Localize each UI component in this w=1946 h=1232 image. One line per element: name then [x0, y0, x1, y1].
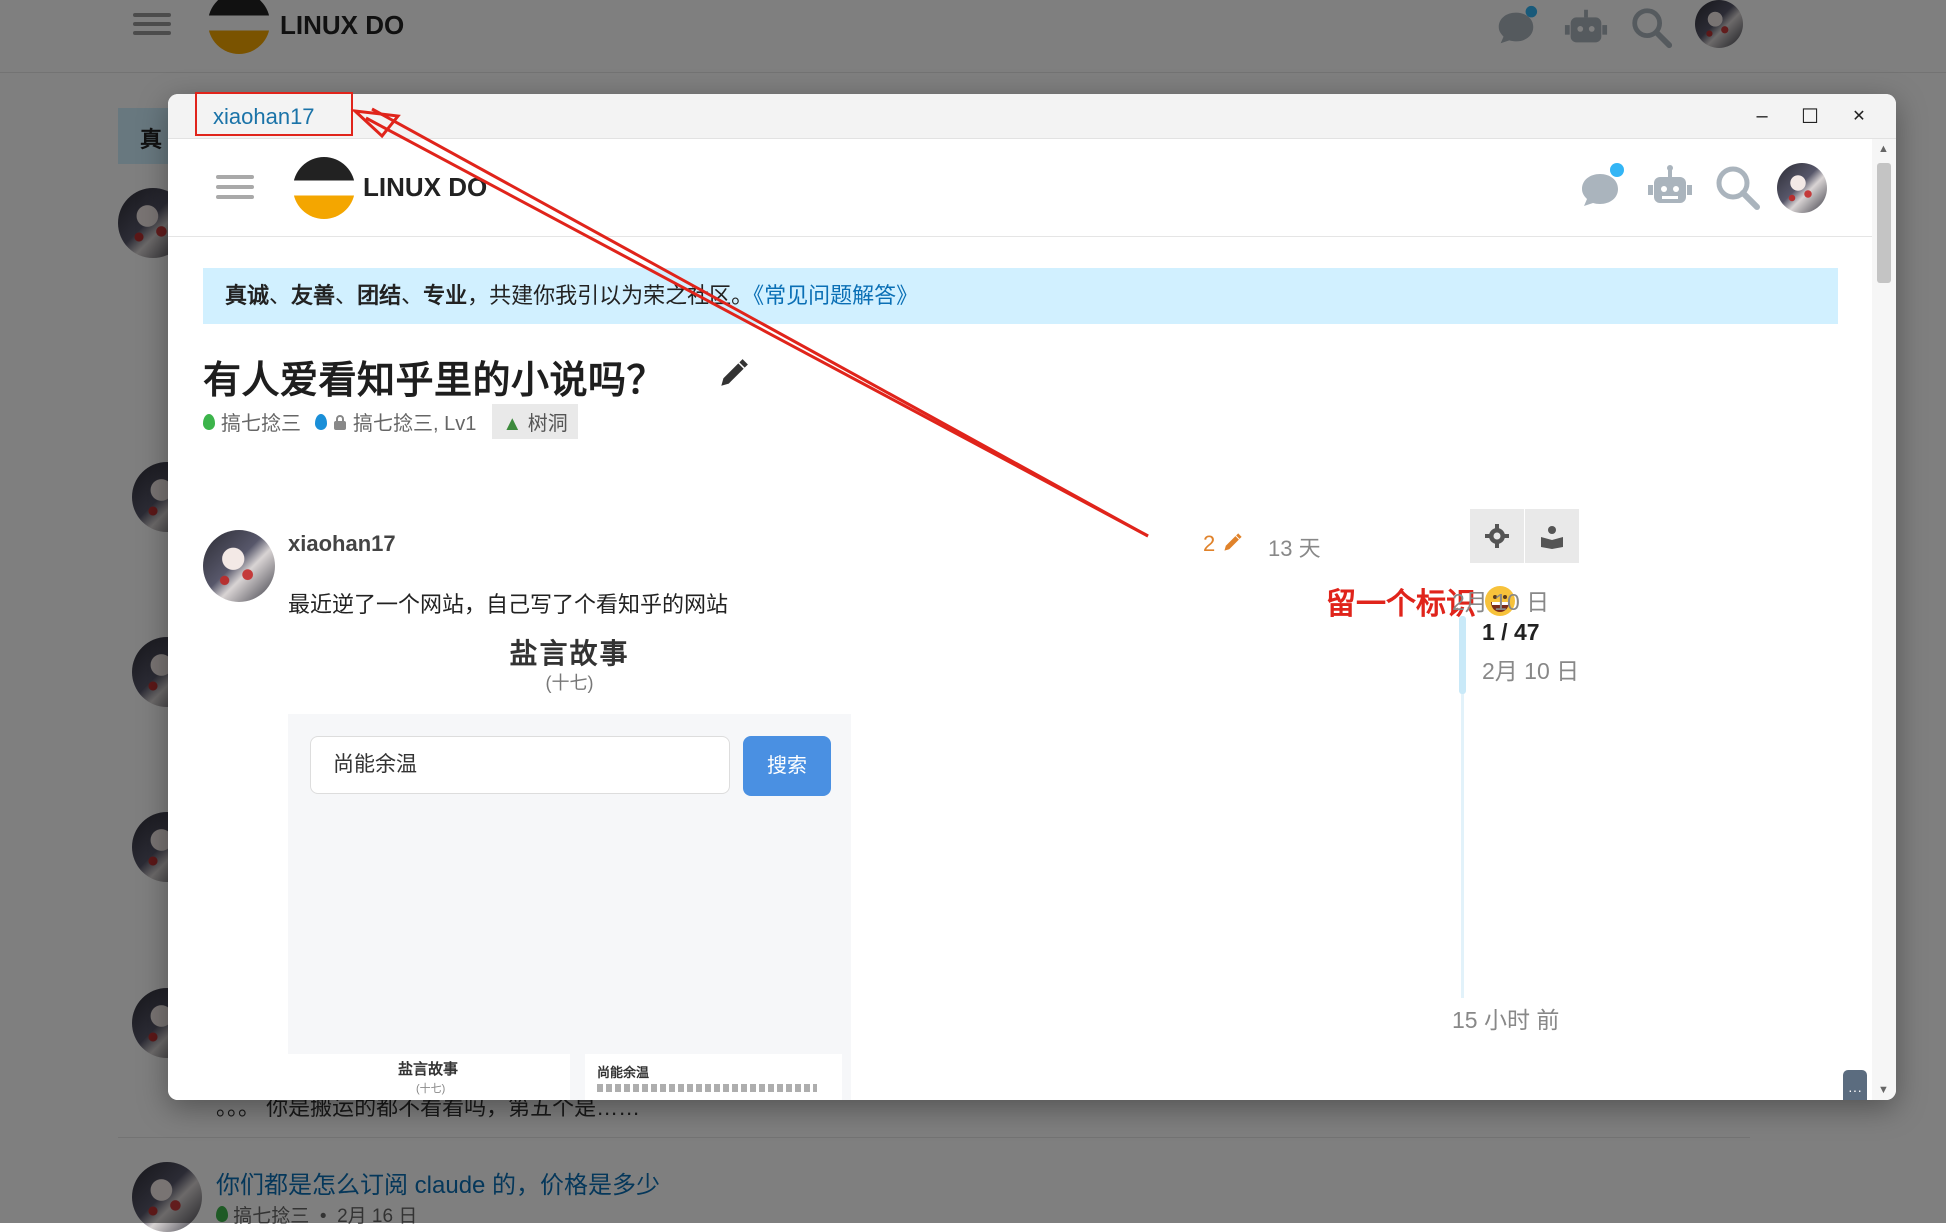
site-title[interactable]: LINUX DO [363, 172, 487, 203]
tree-icon: ▲ [502, 413, 523, 435]
thumbnail-text-lines [597, 1084, 817, 1092]
banner-bold: 专业 [423, 283, 468, 308]
topic-map-button[interactable] [1525, 509, 1579, 563]
gear-icon [1485, 524, 1509, 548]
banner-bold: 友善 [291, 283, 336, 308]
hamburger-menu-icon[interactable] [216, 169, 254, 203]
scroll-up-icon[interactable]: ▲ [1878, 143, 1889, 155]
post-age[interactable]: 13 天 [1268, 531, 1321, 563]
post-username[interactable]: xiaohan17 [288, 531, 396, 557]
close-button[interactable]: ✕ [1839, 100, 1879, 132]
faq-link[interactable]: 《常见问题解答》 [753, 283, 918, 308]
banner-separator: 、 [269, 283, 292, 308]
more-options-button[interactable]: ··· [1843, 1070, 1867, 1100]
timeline-position-date: 2月 10 日 [1482, 658, 1580, 684]
maximize-button[interactable]: ☐ [1790, 100, 1830, 132]
site-logo[interactable] [293, 157, 355, 219]
category-drop-icon [203, 413, 215, 430]
story-title: 盐言故事 [509, 638, 630, 669]
subcategory-link[interactable]: 搞七捻三, Lv1 [353, 407, 476, 436]
minimize-button[interactable]: – [1742, 100, 1782, 132]
timeline-position: 1 / 47 [1482, 619, 1540, 645]
post-body: 最近逆了一个网站，自己写了个看知乎的网站 [288, 592, 729, 617]
post-image[interactable]: 尚能余温 搜索 盐言故事 (十七) 尚能余温 [288, 714, 851, 1100]
topic-admin-button[interactable] [1470, 509, 1524, 563]
timeline-end-date[interactable]: 15 小时 前 [1452, 1001, 1559, 1035]
search-icon[interactable] [1713, 163, 1761, 211]
reader-icon [1541, 526, 1563, 549]
thumbnail-subtitle: (十七) [416, 1083, 446, 1095]
banner-text: ，共建你我引以为荣之社区。 [467, 283, 754, 308]
timeline-handle[interactable] [1459, 616, 1466, 694]
story-subtitle: (十七) [545, 673, 594, 693]
banner-bold: 真诚 [225, 283, 270, 308]
edit-count: 2 [1203, 531, 1216, 556]
banner-bold: 团结 [357, 283, 402, 308]
thumbnail-title: 尚能余温 [597, 1065, 650, 1080]
scrollbar[interactable]: ▲ ▼ [1872, 139, 1896, 1100]
lock-icon [334, 414, 346, 430]
scroll-down-icon[interactable]: ▼ [1878, 1084, 1889, 1096]
tag-badge[interactable]: ▲ 树洞 [492, 404, 578, 439]
scrollbar-thumb[interactable] [1877, 163, 1891, 283]
window-titlebar[interactable]: xiaohan17 – ☐ ✕ [168, 94, 1896, 139]
topic-categories: 搞七捻三 搞七捻三, Lv1 ▲ 树洞 [203, 404, 578, 439]
edit-history-icon [1224, 533, 1242, 551]
image-thumbnail: 尚能余温 [585, 1054, 842, 1100]
chat-icon[interactable] [1578, 163, 1626, 211]
edit-pencil-icon[interactable] [716, 357, 750, 391]
banner-separator: 、 [401, 283, 424, 308]
category-link[interactable]: 搞七捻三 [221, 407, 301, 436]
post-author-avatar[interactable] [203, 530, 275, 602]
popup-window: xiaohan17 – ☐ ✕ LINUX DO 真诚、友善、团结、专业，共建你… [168, 94, 1896, 1100]
image-thumbnail: 盐言故事 (十七) [288, 1054, 570, 1100]
user-avatar[interactable] [1777, 163, 1827, 213]
announcement-banner: 真诚、友善、团结、专业，共建你我引以为荣之社区。《常见问题解答》 [203, 268, 1838, 324]
robot-icon[interactable] [1646, 163, 1694, 211]
search-input: 尚能余温 [310, 736, 730, 794]
banner-separator: 、 [335, 283, 358, 308]
post-edit-history[interactable]: 2 [1203, 531, 1243, 557]
timeline-start-date[interactable]: 2月 10 日 [1452, 583, 1549, 617]
tag-label: 树洞 [527, 413, 568, 435]
subcategory-drop-icon [315, 413, 327, 430]
search-button: 搜索 [743, 736, 831, 796]
topic-title: 有人爱看知乎里的小说吗？ [203, 360, 666, 402]
thumbnail-title: 盐言故事 [398, 1061, 459, 1078]
site-header: LINUX DO [168, 139, 1872, 237]
page-content: LINUX DO 真诚、友善、团结、专业，共建你我引以为荣之社区。《常见问题解答… [168, 139, 1872, 1100]
highlight-box [195, 92, 353, 136]
